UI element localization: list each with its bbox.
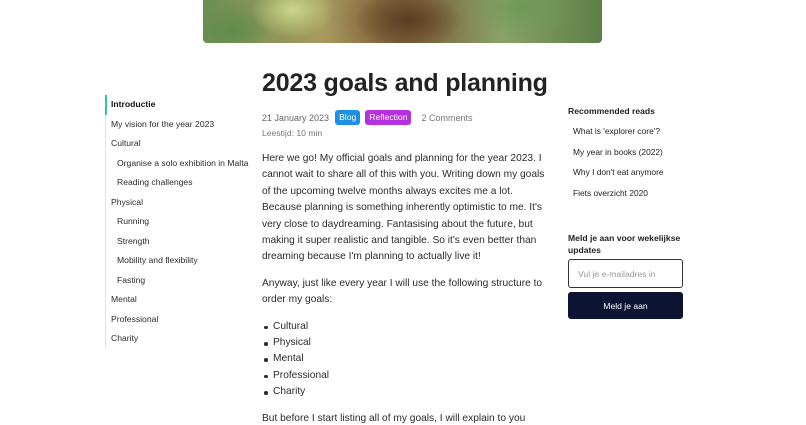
recommended-link[interactable]: Fiets overzicht 2020 — [573, 188, 664, 209]
toc-item-strength[interactable]: Strength — [106, 232, 255, 252]
recommended-link[interactable]: What is 'explorer core'? — [573, 126, 664, 147]
recommended-link[interactable]: Why I don't eat anymore — [573, 167, 664, 188]
paragraph: Here we go! My official goals and planni… — [262, 153, 545, 263]
toc-item-solo-exhibition[interactable]: Organise a solo exhibition in Malta — [106, 154, 255, 174]
toc-item-professional[interactable]: Professional — [106, 310, 255, 330]
toc-item-vision[interactable]: My vision for the year 2023 — [106, 115, 255, 135]
hero-image — [203, 0, 602, 43]
toc-item-cultural[interactable]: Cultural — [106, 134, 255, 154]
table-of-contents: Introductie My vision for the year 2023 … — [105, 95, 255, 349]
toc-item-charity[interactable]: Charity — [106, 329, 255, 349]
toc-item-running[interactable]: Running — [106, 212, 255, 232]
tag-reflection[interactable]: Reflection — [365, 110, 412, 125]
toc-item-physical[interactable]: Physical — [106, 193, 255, 213]
subscribe-button[interactable]: Meld je aan — [568, 292, 683, 319]
toc-item-mobility[interactable]: Mobility and flexibility — [106, 251, 255, 271]
newsletter-heading: Meld je aan voor wekelijkse updates — [568, 233, 681, 255]
tag-blog[interactable]: Blog — [335, 110, 361, 125]
list-item: Professional — [262, 368, 550, 384]
paragraph: Anyway, just like every year I will use … — [262, 277, 543, 306]
recommended-reads-heading: Recommended reads — [568, 106, 655, 116]
toc-item-fasting[interactable]: Fasting — [106, 271, 255, 291]
publish-date: 21 January 2023 — [262, 112, 330, 123]
recommended-link[interactable]: My year in books (2022) — [573, 147, 664, 168]
list-item: Physical — [262, 335, 550, 351]
list-item: Cultural — [262, 319, 550, 335]
list-item: Mental — [262, 351, 550, 367]
toc-item-reading-challenges[interactable]: Reading challenges — [106, 173, 255, 193]
toc-item-mental[interactable]: Mental — [106, 290, 255, 310]
email-field[interactable] — [568, 259, 683, 288]
read-time: Leestijd: 10 min — [262, 128, 323, 138]
list-item: Charity — [262, 384, 550, 400]
article-meta: 21 January 2023 Blog Reflection 2 Commen… — [262, 110, 473, 125]
page-title: 2023 goals and planning — [262, 69, 548, 97]
comments-link[interactable]: 2 Comments — [421, 113, 472, 123]
toc-item-introductie[interactable]: Introductie — [105, 95, 255, 115]
goal-categories-list: Cultural Physical Mental Professional Ch… — [262, 319, 550, 401]
paragraph: But before I start listing all of my goa… — [262, 412, 526, 424]
recommended-reads-list: What is 'explorer core'? My year in book… — [573, 126, 664, 209]
article-body: Here we go! My official goals and planni… — [262, 151, 550, 425]
